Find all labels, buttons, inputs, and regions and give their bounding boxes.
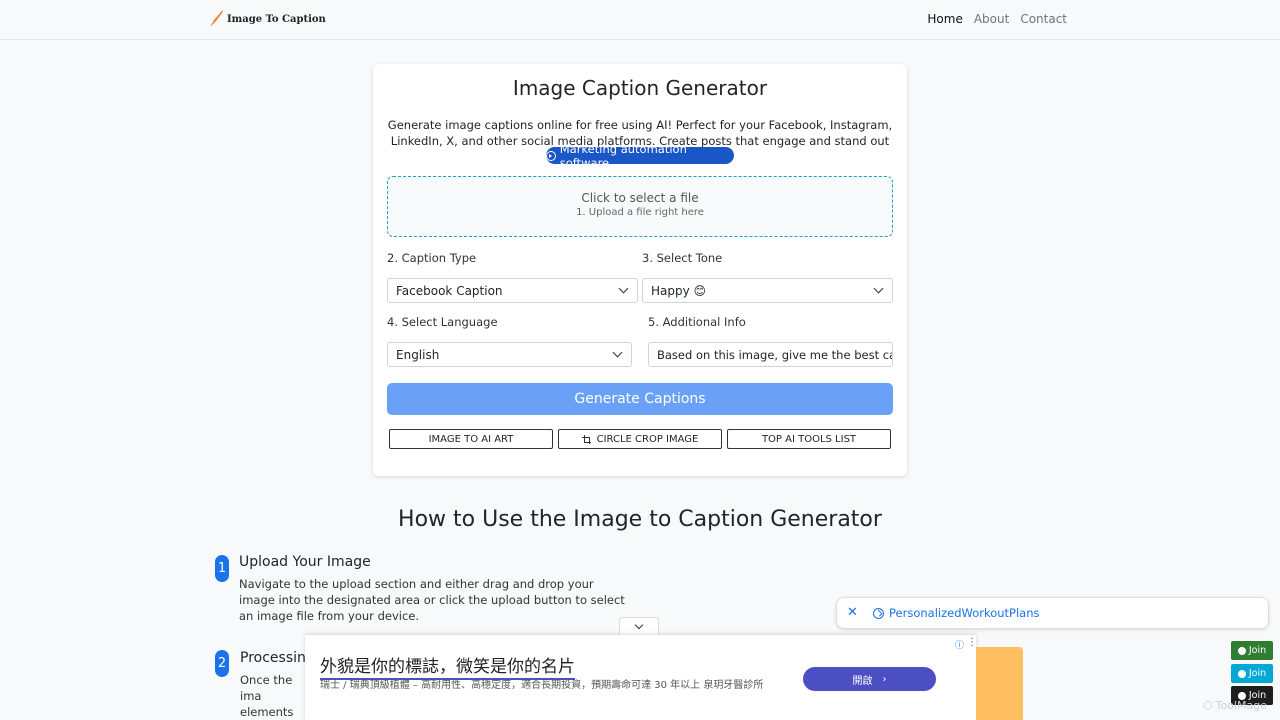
ad-open-button[interactable]: 開啟 › — [803, 667, 936, 691]
language-select[interactable]: English — [387, 342, 632, 367]
caption-type-select[interactable]: Facebook Caption — [387, 278, 638, 303]
additional-info-input[interactable]: Based on this image, give me the best ca… — [648, 342, 893, 367]
ad-side-panel — [976, 647, 1023, 720]
chevron-down-icon — [612, 347, 623, 358]
brand-logo[interactable]: Image To Caption — [208, 10, 326, 28]
nav-contact[interactable]: Contact — [1020, 12, 1067, 26]
chevron-down-icon — [618, 283, 629, 294]
circle-crop-image-button[interactable]: CIRCLE CROP IMAGE — [558, 429, 722, 449]
crop-icon — [581, 434, 591, 444]
play-circle-icon — [546, 150, 556, 161]
join-whatsapp-button[interactable]: Join — [1231, 641, 1273, 660]
whatsapp-icon — [1237, 646, 1246, 655]
chevron-down-icon — [873, 283, 884, 294]
page-title: Image Caption Generator — [512, 76, 768, 100]
close-icon[interactable]: ✕ — [847, 605, 858, 620]
ad-headline[interactable]: 外貌是你的標誌，微笑是你的名片 — [320, 652, 575, 680]
step-number-badge: 1 — [215, 555, 229, 582]
ad-subtext: 瑞士 / 瑞典頂級植體 – 高耐用性、高穩定度，適合長期投資，預期壽命可達 30… — [320, 680, 764, 691]
ad-banner[interactable]: 外貌是你的標誌，微笑是你的名片 瑞士 / 瑞典頂級植體 – 高耐用性、高穩定度，… — [305, 635, 977, 720]
step-heading: Processing — [240, 650, 315, 666]
nav-about[interactable]: About — [974, 12, 1009, 26]
circle-crop-image-label: CIRCLE CROP IMAGE — [596, 433, 699, 445]
language-label: 4. Select Language — [387, 315, 498, 329]
nav-links: Home About Contact — [927, 12, 1067, 26]
quill-icon — [210, 10, 223, 27]
additional-info-label: 5. Additional Info — [648, 315, 746, 329]
ad-info-icon[interactable]: ⓘ — [955, 638, 964, 651]
ad-collapse-button[interactable] — [619, 617, 659, 636]
toolmage-logo-icon: ⬡ — [1203, 699, 1213, 712]
tone-value: Happy 😊 — [651, 284, 707, 298]
navbar: Image To Caption Home About Contact — [0, 0, 1280, 40]
chevron-down-icon — [634, 620, 644, 630]
brand-name: Image To Caption — [227, 13, 326, 25]
step-text: Navigate to the upload section and eithe… — [239, 577, 625, 623]
tone-label: 3. Select Tone — [642, 251, 723, 265]
step-text: Once the ima elements and — [240, 673, 294, 719]
recommendation-toast: ✕ PersonalizedWorkoutPlans — [836, 597, 1269, 629]
chevron-right-icon: › — [882, 673, 887, 685]
ad-open-label: 開啟 — [852, 675, 873, 687]
join-label: Join — [1248, 645, 1267, 656]
join-label: Join — [1248, 668, 1267, 679]
caption-type-label: 2. Caption Type — [387, 251, 477, 265]
marketing-pill-label: Marketing automation software — [559, 141, 687, 170]
image-to-ai-art-label: IMAGE TO AI ART — [428, 433, 514, 445]
top-ai-tools-list-button[interactable]: TOP AI TOOLS LIST — [727, 429, 891, 449]
watermark: ⬡ ToolMage — [1203, 699, 1267, 712]
toast-text: PersonalizedWorkoutPlans — [889, 606, 1040, 620]
telegram-icon — [1237, 669, 1246, 678]
upload-dropzone[interactable]: Click to select a file 1. Upload a file … — [387, 176, 893, 237]
caption-type-value: Facebook Caption — [396, 284, 503, 298]
upload-secondary-text: 1. Upload a file right here — [576, 207, 704, 218]
step-number-badge: 2 — [215, 650, 229, 677]
marketing-pill-button[interactable]: Marketing automation software — [546, 142, 734, 170]
generate-captions-button[interactable]: Generate Captions — [387, 383, 893, 415]
check-circle-icon — [873, 607, 884, 619]
language-value: English — [396, 348, 440, 362]
step-heading: Upload Your Image — [239, 554, 371, 570]
watermark-text: ToolMage — [1215, 699, 1267, 712]
toast-link[interactable]: PersonalizedWorkoutPlans — [873, 606, 1040, 620]
upload-primary-text: Click to select a file — [581, 191, 699, 205]
join-telegram-button[interactable]: Join — [1231, 664, 1273, 683]
nav-home[interactable]: Home — [927, 12, 962, 26]
tone-select[interactable]: Happy 😊 — [642, 278, 893, 303]
top-ai-tools-list-label: TOP AI TOOLS LIST — [761, 433, 857, 445]
image-to-ai-art-button[interactable]: IMAGE TO AI ART — [389, 429, 553, 449]
howto-title: How to Use the Image to Caption Generato… — [398, 507, 882, 532]
